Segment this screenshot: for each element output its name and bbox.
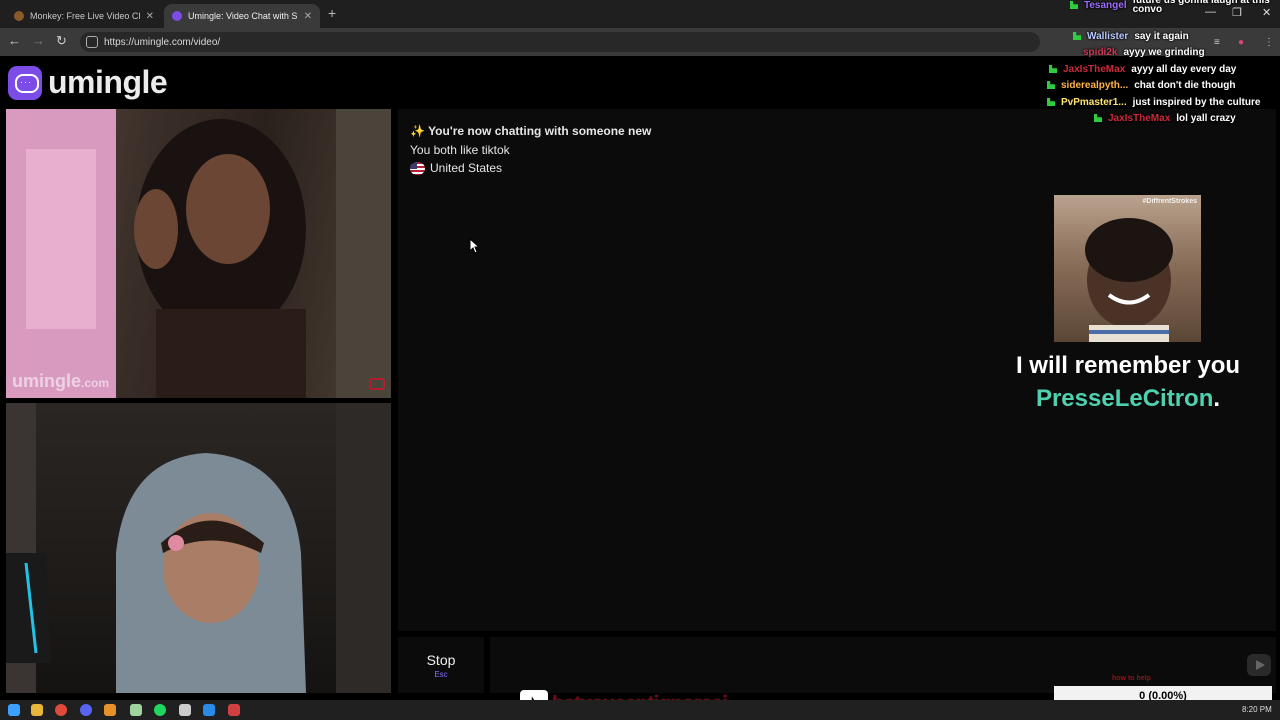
chat-username: PvPmaster1... [1061,96,1127,108]
stop-shortcut: Esc [434,669,448,679]
chat-text: just inspired by the culture [1132,96,1261,108]
system-message: ✨ You're now chatting with someone new [410,124,651,138]
message-input[interactable] [490,637,1276,693]
forward-icon[interactable]: → [32,33,45,48]
country-text: United States [430,161,503,175]
badge-icon [1047,81,1055,89]
system-message-text: You're now chatting with someone new [428,124,652,138]
badge-icon [1049,65,1057,73]
app-icon[interactable] [228,704,240,716]
tab-title: Umingle: Video Chat with S [188,11,298,21]
discord-icon[interactable] [80,704,92,716]
close-tab-icon[interactable]: ✕ [304,11,312,22]
badge-icon [1047,98,1055,106]
chat-username: Wallister [1087,30,1129,42]
site-name: umingle [48,64,168,100]
interest-message: You both like tiktok [410,143,510,157]
chat-username: siderealpyth... [1061,79,1129,91]
watermark-suffix: .com [81,376,110,390]
url-text: https://umingle.com/video/ [104,36,221,48]
stream-chat-message: JaxIsTheMax lol yall crazy [1094,110,1236,126]
tab-umingle[interactable]: Umingle: Video Chat with S ✕ [164,4,320,28]
spotify-icon[interactable] [154,704,166,716]
chat-bubble-icon: ··· [8,65,42,100]
gif-frame [1085,218,1173,342]
watermark-text: umingle [12,371,82,391]
self-video-frame [6,403,391,693]
site-logo[interactable]: ··· umingle [8,64,168,101]
send-icon[interactable] [1247,654,1271,676]
chat-text: ayyy all day every day [1131,63,1237,75]
badge-icon [1070,1,1078,9]
chat-text: chat don't die though [1134,79,1236,91]
tab-monkey[interactable]: Monkey: Free Live Video Ch ✕ [6,4,162,28]
tab-title: Monkey: Free Live Video Ch [30,11,140,21]
stranger-video-frame [6,109,391,398]
goal-title: how to help [1112,675,1151,682]
stop-label: Stop [426,651,456,668]
us-flag-icon [410,161,425,175]
chrome-icon[interactable] [55,704,67,716]
badge-icon [1094,114,1102,122]
site-info-icon[interactable] [86,36,98,48]
stream-chat-message: spidi2k ayyy we grinding [1083,44,1205,60]
chat-username: spidi2k [1083,46,1118,58]
chat-text: ayyy we grinding [1123,46,1205,58]
stream-chat-message: PvPmaster1... just inspired by the cultu… [1047,94,1260,110]
chat-text: future us gonna laugh at this convo [1132,0,1270,15]
app-icon[interactable] [104,704,116,716]
self-video [6,403,391,693]
file-explorer-icon[interactable] [31,704,43,716]
monkey-favicon-icon [14,11,24,21]
close-tab-icon[interactable]: ✕ [146,11,154,22]
obs-icon[interactable] [179,704,191,716]
report-icon[interactable] [369,378,385,390]
stop-button[interactable]: Stop Esc [398,637,484,693]
remember-punct: . [1213,385,1221,412]
chat-text: say it again [1134,30,1189,42]
stream-chat-message: JaxIsTheMax ayyy all day every day [1049,61,1236,77]
back-icon[interactable]: ← [8,33,21,48]
stream-chat-message: Tesangel future us gonna laugh at this c… [1070,0,1273,15]
umingle-favicon-icon [172,11,182,21]
app-icon[interactable] [203,704,215,716]
chat-username: Tesangel [1084,0,1127,11]
menu-icon[interactable]: ⋮ [1264,37,1274,48]
extensions-icon[interactable]: ≡ [1214,37,1220,48]
gif-tag: #DiffrentStrokes [1142,198,1197,205]
overlay-gif: #DiffrentStrokes [1054,195,1201,342]
remember-name: PresseLeCitron [1035,385,1214,412]
stream-chat-message: Wallister say it again [1073,28,1189,44]
badge-icon [1073,32,1081,40]
remember-line: I will remember you [1015,352,1241,379]
taskbar-clock: 8:20 PM [1242,705,1272,714]
umingle-watermark: umingle.com [12,371,109,392]
start-icon[interactable] [8,704,20,716]
url-field[interactable]: https://umingle.com/video/ [80,32,1040,52]
profile-avatar[interactable]: ● [1238,37,1244,48]
taskbar [0,700,1280,720]
notes-icon[interactable] [130,704,142,716]
stream-chat-message: siderealpyth... chat don't die though [1047,77,1236,93]
chat-text: lol yall crazy [1176,112,1236,124]
remember-name-line: PresseLeCitron. [1000,385,1256,413]
chat-username: JaxIsTheMax [1063,63,1126,75]
stranger-video: umingle.com [6,109,391,398]
reload-icon[interactable]: ↻ [56,33,67,49]
chat-username: JaxIsTheMax [1108,112,1171,124]
new-tab-icon[interactable]: + [328,5,336,21]
sparkles-icon: ✨ [410,124,429,138]
country-message: United States [410,161,502,175]
